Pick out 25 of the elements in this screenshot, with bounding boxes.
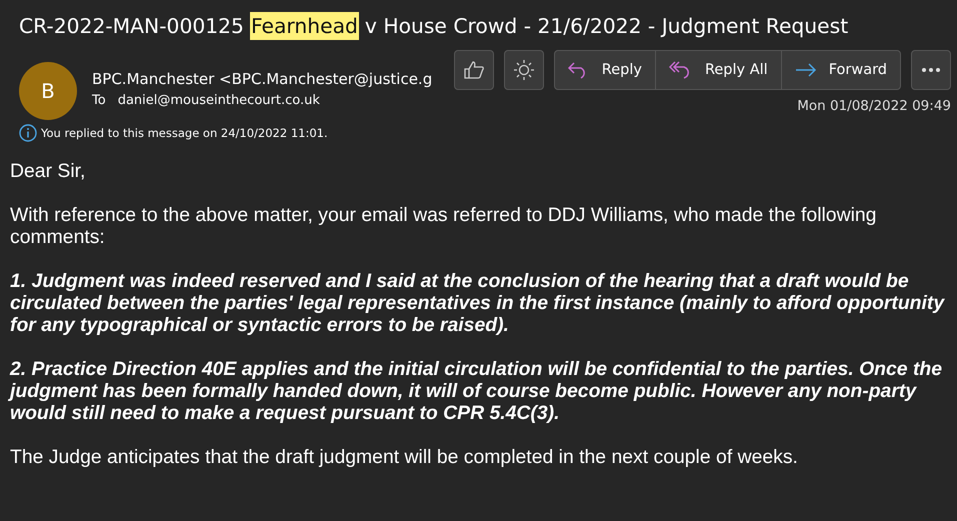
reply-all-button[interactable]: Reply All [654, 51, 781, 89]
subject-text: CR-2022-MAN-000125 [19, 14, 244, 38]
recipient-address: daniel@mouseinthecourt.co.uk [118, 93, 320, 108]
reply-notice: You replied to this message on 24/10/2022 11:01. [41, 126, 328, 140]
sender-address: BPC.Manchester <BPC.Manchester@justice.g [92, 70, 434, 88]
body-paragraph: 2. Practice Direction 40E applies and the initial circulation will be confidential to the parties. Once the judgment has been formally handed down, it will of course become public. However any non-party would still need to make a request pursuant to CPR 5.4C(3). [10, 358, 944, 424]
thumbs-up-icon [462, 60, 485, 80]
more-options-button[interactable] [911, 50, 951, 90]
forward-button[interactable]: Forward [780, 51, 900, 89]
body-paragraph: 1. Judgment was indeed reserved and I said at the conclusion of the hearing that a draft would be circulated between the parties' legal representatives in the first instance (mainly to afford opportunity for any typographical or syntactic errors to be raised). [10, 270, 945, 336]
avatar: B [19, 62, 77, 120]
reply-button[interactable]: Reply [554, 51, 655, 89]
sent-date: Mon 01/08/2022 09:49 [797, 98, 951, 114]
to-label: To [92, 93, 106, 108]
thumbs-up-button[interactable] [454, 50, 494, 90]
arrow-right-icon [794, 63, 817, 77]
body-paragraph: The Judge anticipates that the draft judgment will be completed in the next couple of weeks. [10, 446, 799, 468]
sun-icon [512, 59, 535, 81]
body-paragraph: Dear Sir, [10, 160, 86, 182]
subject-text: v House Crowd - 21/6/2022 - Judgment Request [364, 14, 848, 38]
highlighted-text: Fearnhead [250, 12, 359, 40]
more-icon [921, 67, 941, 73]
sun-button[interactable] [504, 50, 544, 90]
body-paragraph: With reference to the above matter, your email was referred to DDJ Williams, who made the following comments: [10, 204, 878, 248]
info-icon [19, 124, 37, 142]
